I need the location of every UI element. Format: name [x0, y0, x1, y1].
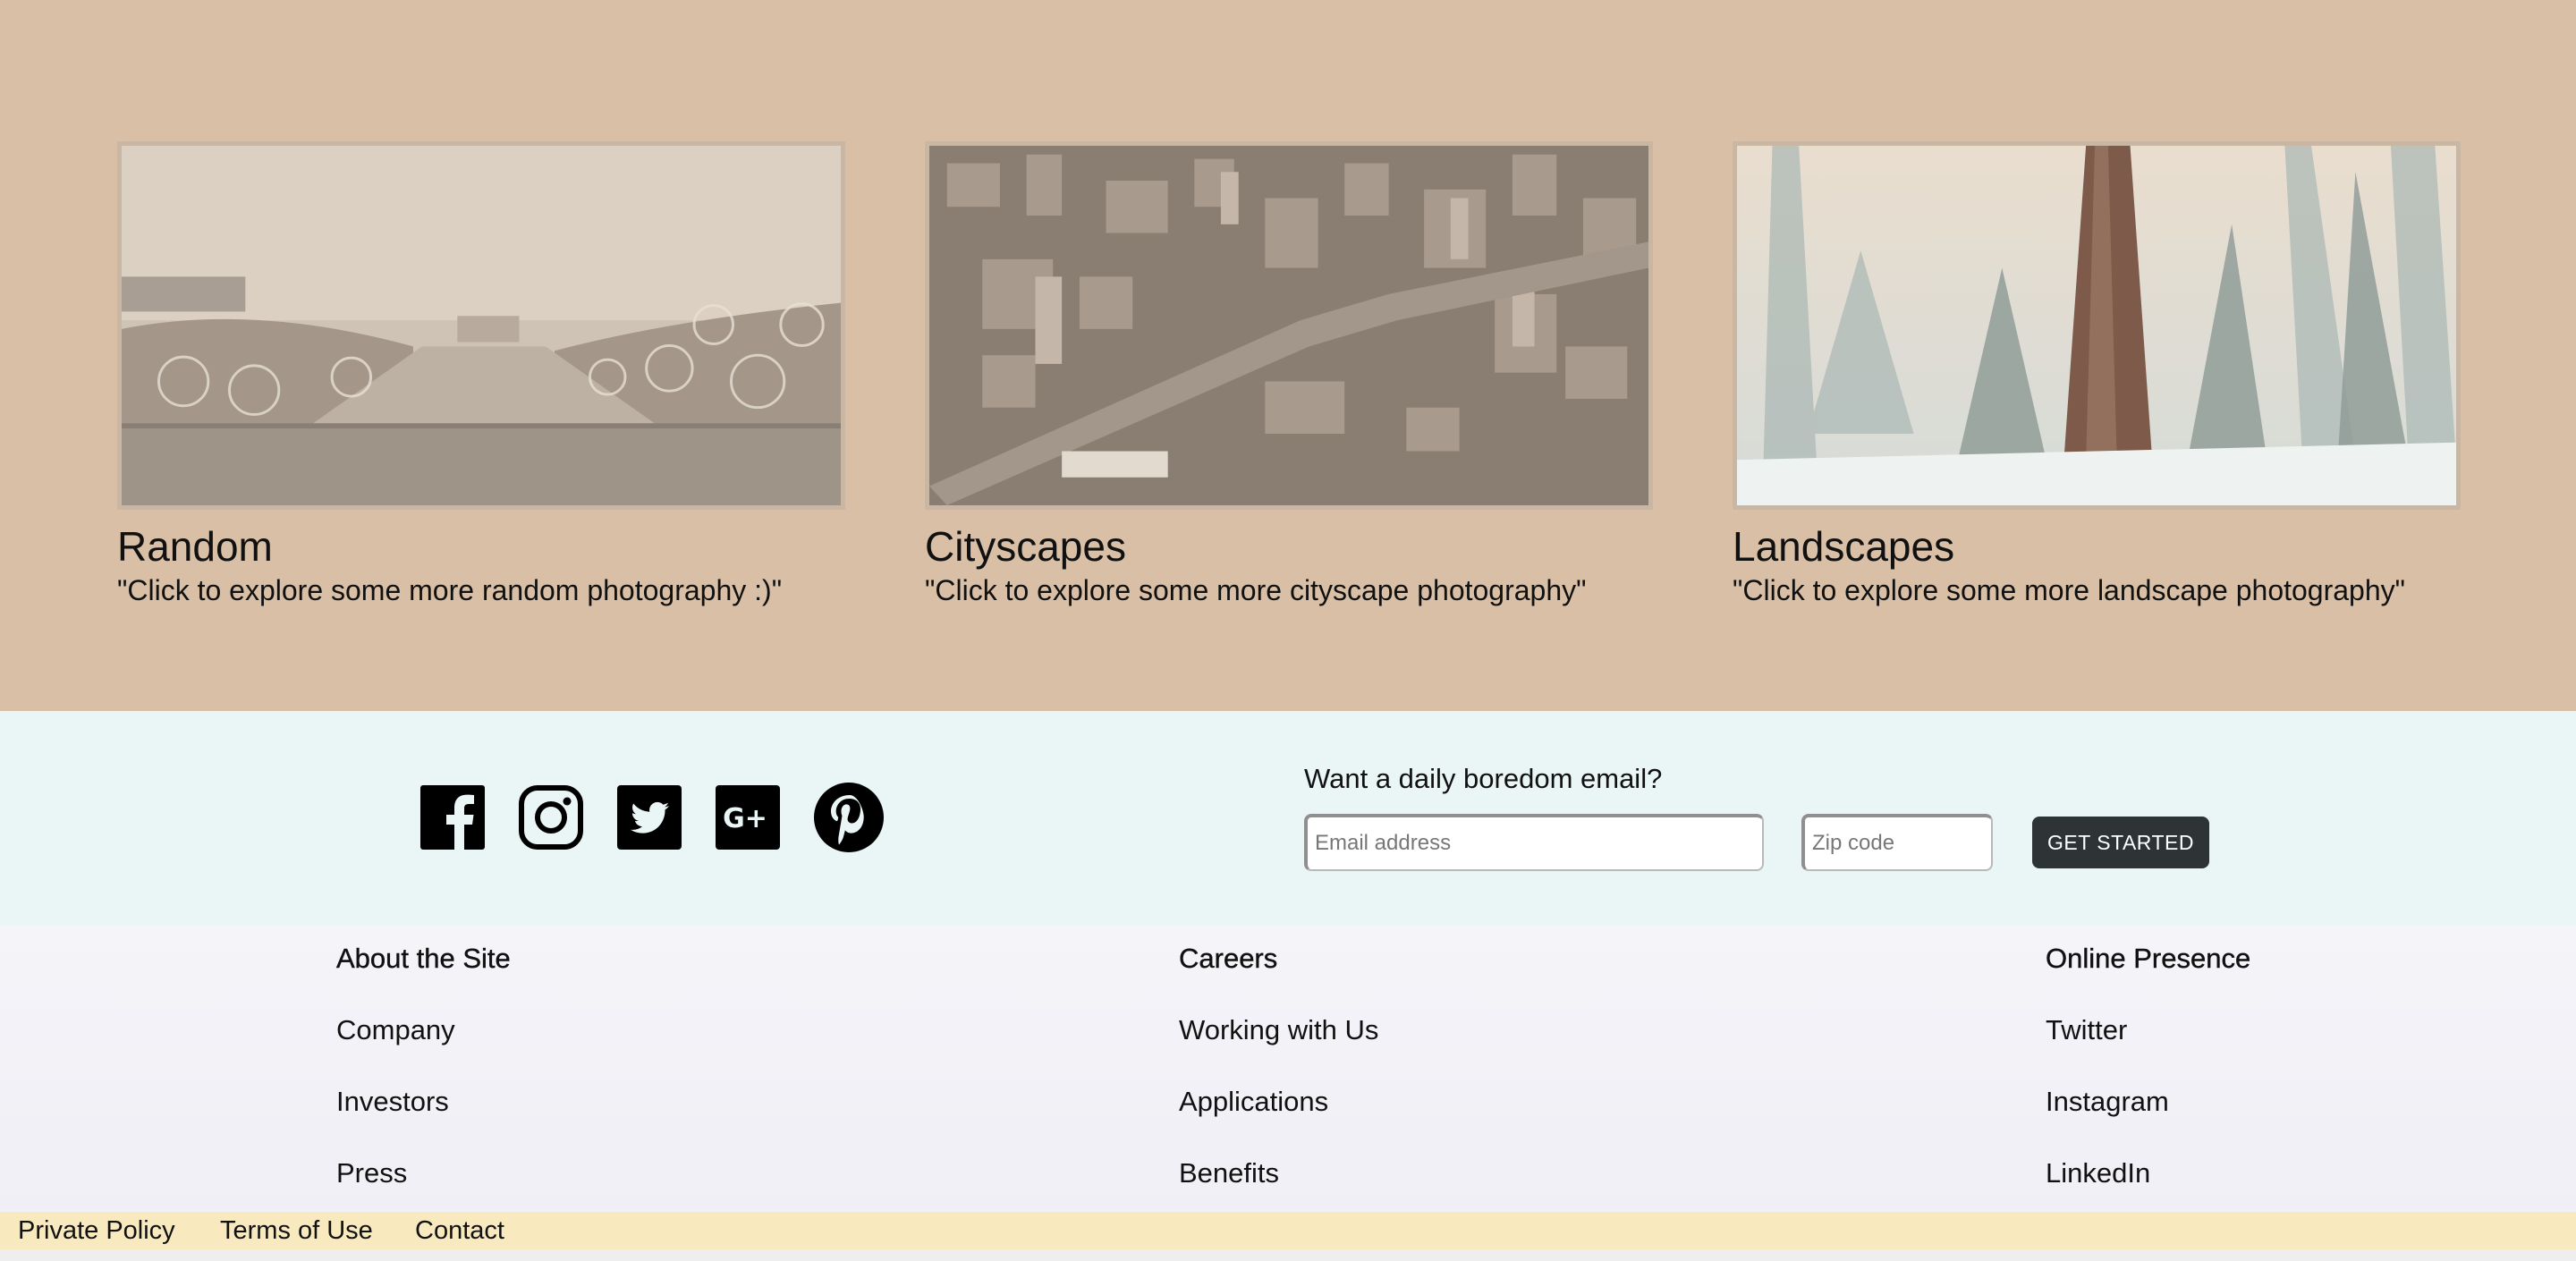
legal-bar: Private Policy Terms of Use Contact [0, 1212, 2576, 1249]
newsletter-signup: Want a daily boredom email? GET STARTED [1304, 763, 2288, 871]
footer-column-heading: Careers [1179, 943, 1278, 974]
footer-link-applications[interactable]: Applications [1179, 1084, 1378, 1120]
footer-link-instagram[interactable]: Instagram [2046, 1084, 2250, 1120]
card-description: "Click to explore some more random photo… [117, 574, 783, 606]
card-title[interactable]: Random [117, 522, 845, 571]
gallery-card-cityscapes[interactable]: Cityscapes "Click to explore some more c… [925, 141, 1653, 608]
random-photo[interactable] [117, 141, 845, 510]
google-plus-icon[interactable]: G+ [716, 785, 780, 850]
get-started-button[interactable]: GET STARTED [2032, 817, 2209, 868]
footer-links: About the Site Company Investors Press C… [0, 926, 2576, 1212]
card-description: "Click to explore some more cityscape ph… [925, 574, 1587, 606]
landscape-photo[interactable] [1733, 141, 2461, 510]
newsletter-label: Want a daily boredom email? [1304, 763, 1663, 794]
instagram-icon[interactable] [519, 785, 583, 850]
footer-column-heading: Online Presence [2046, 943, 2251, 974]
card-description: "Click to explore some more landscape ph… [1733, 574, 2405, 606]
gallery-card-landscapes[interactable]: Landscapes "Click to explore some more l… [1733, 141, 2461, 608]
svg-text:G+: G+ [723, 803, 767, 834]
cityscape-photo[interactable] [925, 141, 1653, 510]
zip-code-field[interactable] [1801, 814, 1993, 871]
footer-link-company[interactable]: Company [336, 1012, 511, 1048]
footer-column-about: About the Site Company Investors Press [336, 941, 511, 1191]
card-title[interactable]: Cityscapes [925, 522, 1653, 571]
contact-link[interactable]: Contact [415, 1215, 504, 1246]
footer-column-online-presence: Online Presence Twitter Instagram Linked… [2046, 941, 2251, 1191]
footer-link-linkedin[interactable]: LinkedIn [2046, 1155, 2250, 1191]
twitter-icon[interactable] [617, 785, 682, 850]
card-title[interactable]: Landscapes [1733, 522, 2461, 571]
email-field[interactable] [1304, 814, 1764, 871]
footer-column-careers: Careers Working with Us Applications Ben… [1179, 941, 1379, 1191]
gallery-card-random[interactable]: Random "Click to explore some more rando… [117, 141, 845, 608]
pinterest-icon[interactable] [814, 783, 884, 852]
footer-link-working-with-us[interactable]: Working with Us [1179, 1012, 1378, 1048]
page-bottom-edge [0, 1249, 2576, 1261]
footer-link-investors[interactable]: Investors [336, 1084, 511, 1120]
social-newsletter-band: G+ Want a daily boredom email? GET START… [0, 711, 2576, 926]
gallery-section: Random "Click to explore some more rando… [0, 0, 2576, 711]
private-policy-link[interactable]: Private Policy [18, 1215, 175, 1246]
footer-link-twitter[interactable]: Twitter [2046, 1012, 2250, 1048]
terms-of-use-link[interactable]: Terms of Use [220, 1215, 373, 1246]
footer-link-benefits[interactable]: Benefits [1179, 1155, 1378, 1191]
footer-column-heading: About the Site [336, 943, 511, 974]
facebook-icon[interactable] [420, 785, 485, 850]
footer-link-press[interactable]: Press [336, 1155, 511, 1191]
